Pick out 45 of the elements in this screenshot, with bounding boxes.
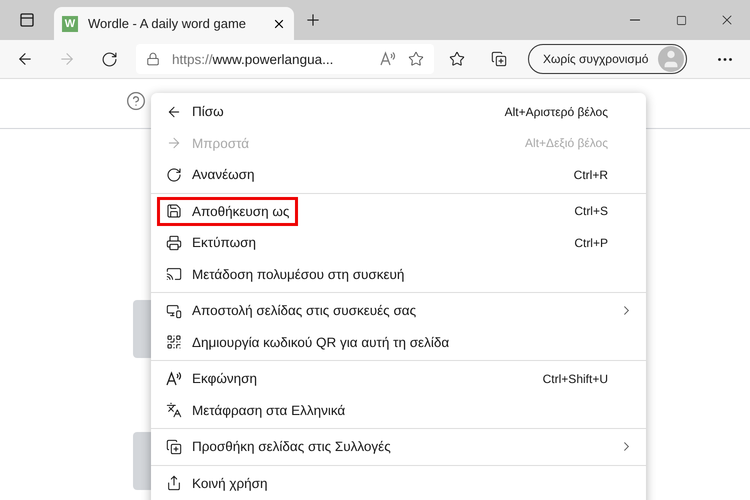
minimize-icon (630, 19, 640, 21)
menu-item[interactable]: Κοινή χρήση (157, 468, 276, 498)
menu-item[interactable]: Ανανέωση (157, 160, 264, 190)
read-aloud-icon (166, 370, 182, 387)
shortcut-text: Ctrl+Shift+U (542, 372, 608, 386)
share-icon (166, 475, 182, 492)
favicon: W (62, 16, 78, 32)
shortcut-text: Ctrl+S (574, 204, 608, 218)
refresh-icon (166, 166, 182, 183)
menu-item[interactable]: Εκφώνηση (157, 364, 266, 394)
save-icon (166, 203, 182, 220)
collections-icon (491, 51, 507, 67)
menu-item[interactable]: Μετάδοση πολυμέσου στη συσκευή (157, 260, 414, 289)
cast-icon (166, 266, 182, 282)
url-text: https://www.powerlangua... (172, 52, 334, 66)
refresh-icon (100, 50, 118, 68)
star-icon[interactable] (408, 51, 424, 67)
tab-title: Wordle - A daily word game (88, 16, 247, 31)
star-icon (449, 51, 465, 67)
collections-icon (166, 438, 182, 455)
maximize-icon (676, 14, 686, 26)
read-aloud-icon (380, 51, 396, 67)
more-icon (718, 58, 732, 60)
shortcut-text: Alt+Αριστερό βέλος (504, 104, 608, 119)
browser-tab[interactable]: W Wordle - A daily word game (54, 7, 294, 40)
shortcut-text: Alt+Δεξιό βέλος (525, 136, 608, 150)
qr-code-icon (166, 334, 182, 350)
lock-icon (146, 52, 160, 66)
profile-button[interactable]: Χωρίς συγχρονισμό (528, 44, 688, 74)
tabs-icon (19, 12, 35, 28)
menu-item[interactable]: Αποθήκευση ως (157, 196, 298, 226)
menu-item[interactable]: Μετάφραση στα Ελληνικά (157, 396, 354, 425)
devices-icon (166, 302, 182, 319)
menu-item[interactable]: Προσθήκη σελίδας στις Συλλογές (157, 432, 400, 462)
printer-icon (166, 234, 182, 251)
menu-item[interactable]: Πίσω (157, 97, 233, 126)
help-icon[interactable] (126, 91, 146, 111)
avatar-icon (658, 46, 684, 72)
menu-item[interactable]: Δημιουργία κωδικού QR για αυτή τη σελίδα (157, 328, 458, 357)
shortcut-text: Ctrl+R (574, 168, 608, 182)
menu-item[interactable]: Αποστολή σελίδας στις συσκευές σας (157, 296, 426, 326)
menu-item[interactable]: Εκτύπωση (157, 228, 265, 258)
address-bar[interactable]: https://www.powerlangua... (136, 44, 434, 74)
translate-icon (166, 402, 182, 418)
shortcut-text: Ctrl+P (574, 236, 608, 250)
